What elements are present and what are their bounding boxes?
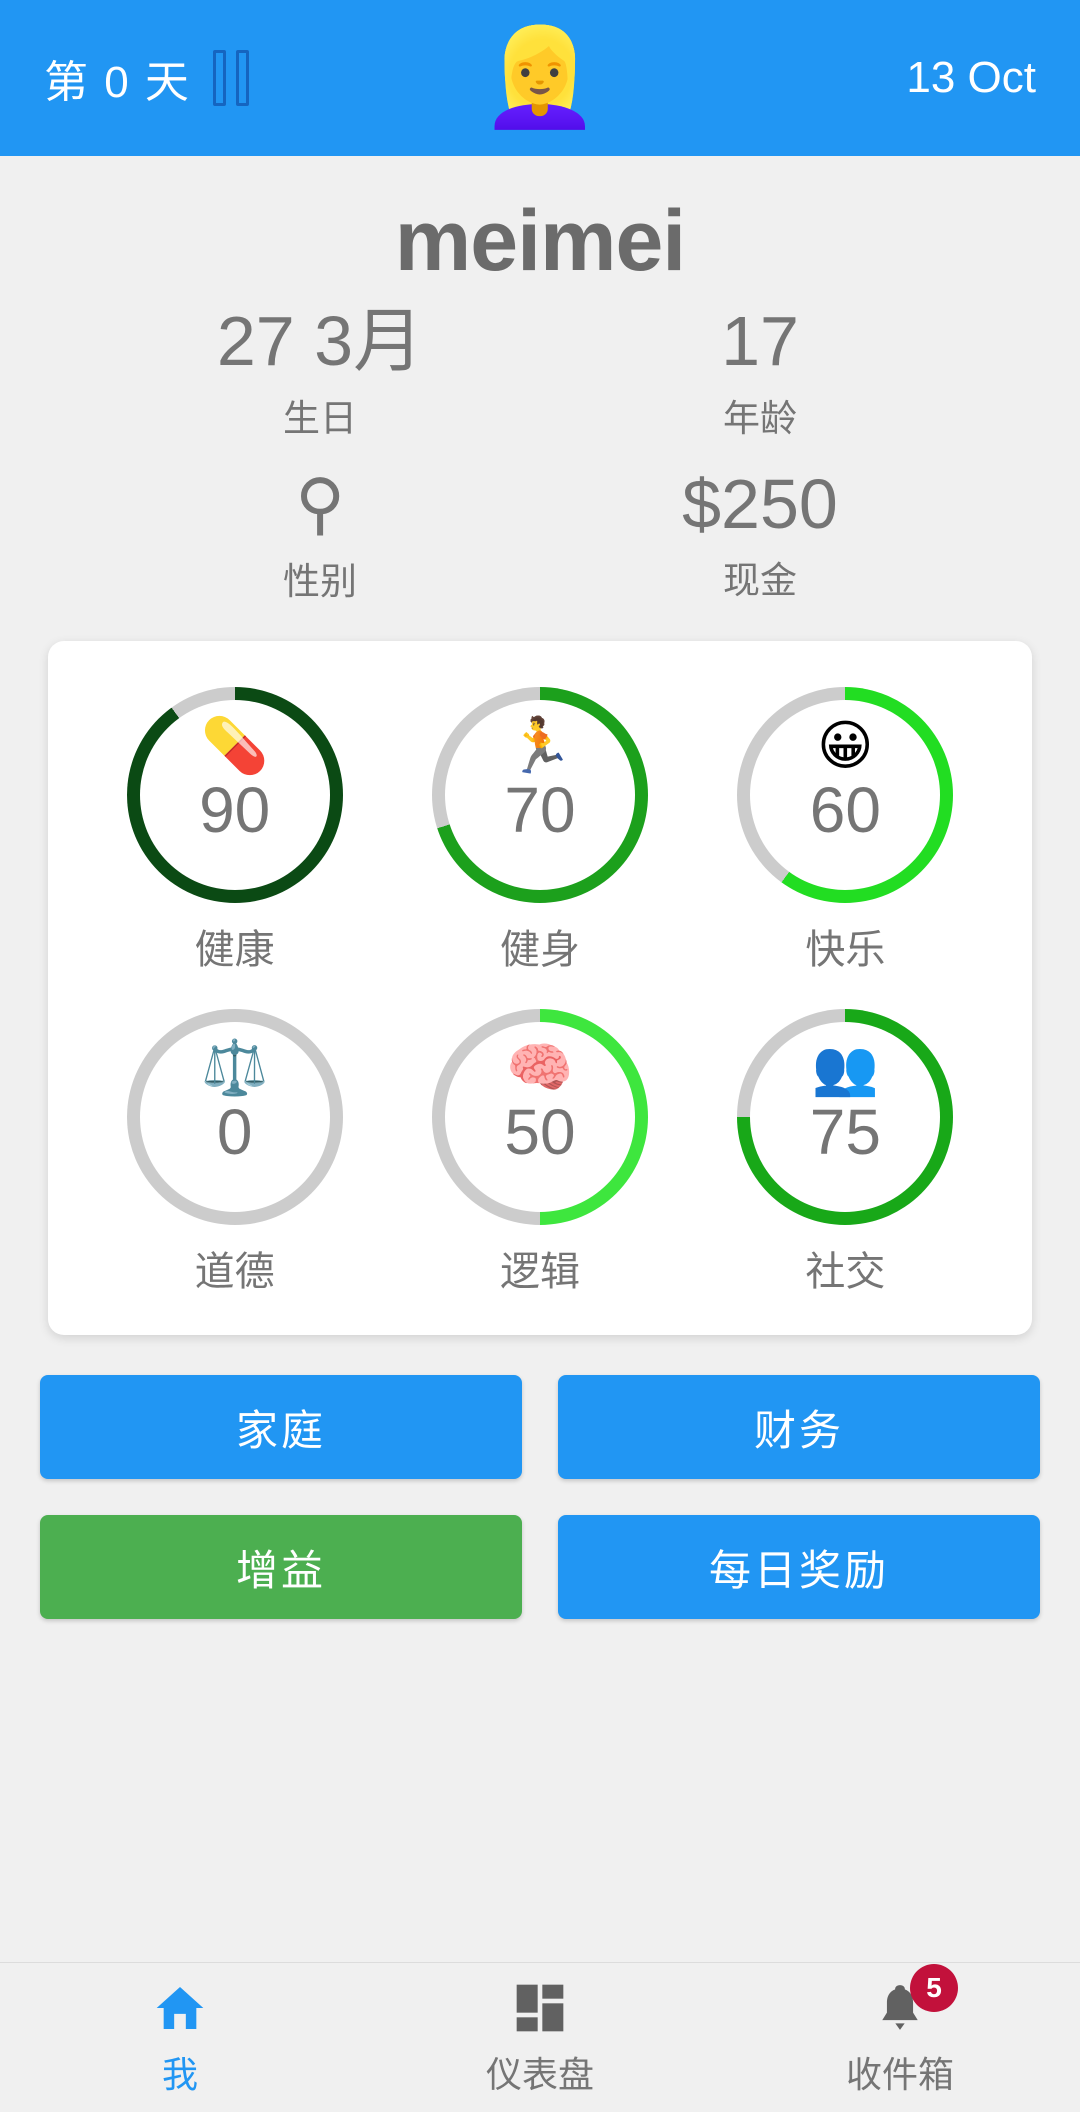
attribute-icon: 🧠 [506,1038,574,1099]
nav-label-me: 我 [161,2053,198,2095]
attribute-value: 60 [809,774,881,847]
day-counter-label: 第 0 天 [44,58,191,107]
attribute-icon: ⚖️ [201,1038,269,1099]
cash-label: 现金 [723,560,797,601]
cash-value: $250 [682,464,838,543]
attribute-label: 社交 [805,1250,886,1295]
character-name: meimei [394,193,686,289]
attribute-icon: 💊 [201,716,269,777]
attribute-2[interactable]: 🏃 70 健身 [387,687,692,975]
action-button-2[interactable]: 财务 [558,1375,1040,1480]
attribute-ring: 🧠 50 [431,1009,648,1226]
action-button-4[interactable]: 每日奖励 [558,1515,1040,1620]
attribute-label: 健康 [194,928,275,973]
nav-item-inbox[interactable]: 5 收件箱 [720,1963,1080,2098]
attributes-card: 💊 90 健康 🏃 70 健身 😀 60 快乐 ⚖️ 0 道德 🧠 50 逻辑 👥 75 社交 [48,641,1032,1336]
attribute-ring: ⚖️ 0 [126,1009,343,1226]
bell-icon: 5 [872,1963,958,2038]
age-label: 年龄 [723,397,797,439]
attribute-4[interactable]: ⚖️ 0 道德 [82,1009,387,1297]
action-buttons: 家庭 财务 增益 每日奖励 [40,1375,1040,1620]
home-icon [150,1978,210,2038]
attribute-label: 健身 [499,928,580,973]
attribute-value: 75 [809,1096,881,1169]
dashboard-icon [512,1978,568,2038]
info-cell-birthday: 27 3月 生日 [100,301,540,442]
attribute-5[interactable]: 🧠 50 逻辑 [387,1009,692,1297]
birthday-label: 生日 [283,397,357,439]
info-cell-cash: $250 现金 [540,464,980,606]
bottom-navigation: 我 仪表盘 5 收件箱 [0,1962,1080,2112]
nav-label-dashboard: 仪表盘 [485,2053,594,2095]
age-value: 17 [721,302,799,380]
header-left-group: 第 0 天 [44,46,249,110]
attribute-6[interactable]: 👥 75 社交 [693,1009,998,1297]
gender-label: 性别 [283,561,357,603]
attribute-value: 70 [504,774,576,847]
nav-label-inbox: 收件箱 [845,2053,954,2095]
ring-inner: 🏃 70 [444,700,635,891]
attribute-value: 50 [504,1096,576,1169]
gender-icon: ⚲ [295,465,345,542]
info-cell-age: 17 年龄 [540,301,980,442]
ring-inner: 🧠 50 [444,1022,635,1213]
attribute-ring: 👥 75 [737,1009,954,1226]
attribute-ring: 💊 90 [126,687,343,904]
info-cell-gender: ⚲ 性别 [100,464,540,606]
attribute-label: 道德 [194,1250,275,1295]
attribute-value: 90 [199,774,271,847]
attribute-ring: 🏃 70 [431,687,648,904]
avatar[interactable]: 👱‍♀️ [480,30,600,126]
ring-inner: 😀 60 [750,700,941,891]
attribute-value: 0 [216,1096,253,1169]
action-button-1[interactable]: 家庭 [40,1375,522,1480]
action-button-3[interactable]: 增益 [40,1515,522,1620]
attribute-label: 快乐 [805,928,886,973]
nav-item-me[interactable]: 我 [0,1978,360,2098]
app-header: 第 0 天 👱‍♀️ 13 Oct [0,0,1080,156]
main-content: meimei 27 3月 生日 17 年龄 ⚲ 性别 $250 现金 💊 90 健康… [0,156,1080,1962]
attribute-3[interactable]: 😀 60 快乐 [693,687,998,975]
attribute-icon: 🏃 [506,716,574,777]
attribute-ring: 😀 60 [737,687,954,904]
attribute-1[interactable]: 💊 90 健康 [82,687,387,975]
ring-inner: 💊 90 [139,700,330,891]
attribute-icon: 👥 [811,1038,879,1099]
inbox-badge: 5 [910,1963,958,2012]
app-screen: 第 0 天 👱‍♀️ 13 Oct meimei 27 3月 生日 17 年龄 … [0,0,1080,2112]
current-date-label: 13 Oct [906,53,1036,102]
ring-inner: 👥 75 [750,1022,941,1213]
attribute-icon: 😀 [817,716,874,777]
attribute-label: 逻辑 [499,1250,580,1295]
birthday-value: 27 3月 [216,302,424,380]
ring-inner: ⚖️ 0 [139,1022,330,1213]
profile-info-grid: 27 3月 生日 17 年龄 ⚲ 性别 $250 现金 [100,301,980,605]
pause-icon[interactable] [212,50,249,106]
nav-item-dashboard[interactable]: 仪表盘 [360,1978,720,2098]
